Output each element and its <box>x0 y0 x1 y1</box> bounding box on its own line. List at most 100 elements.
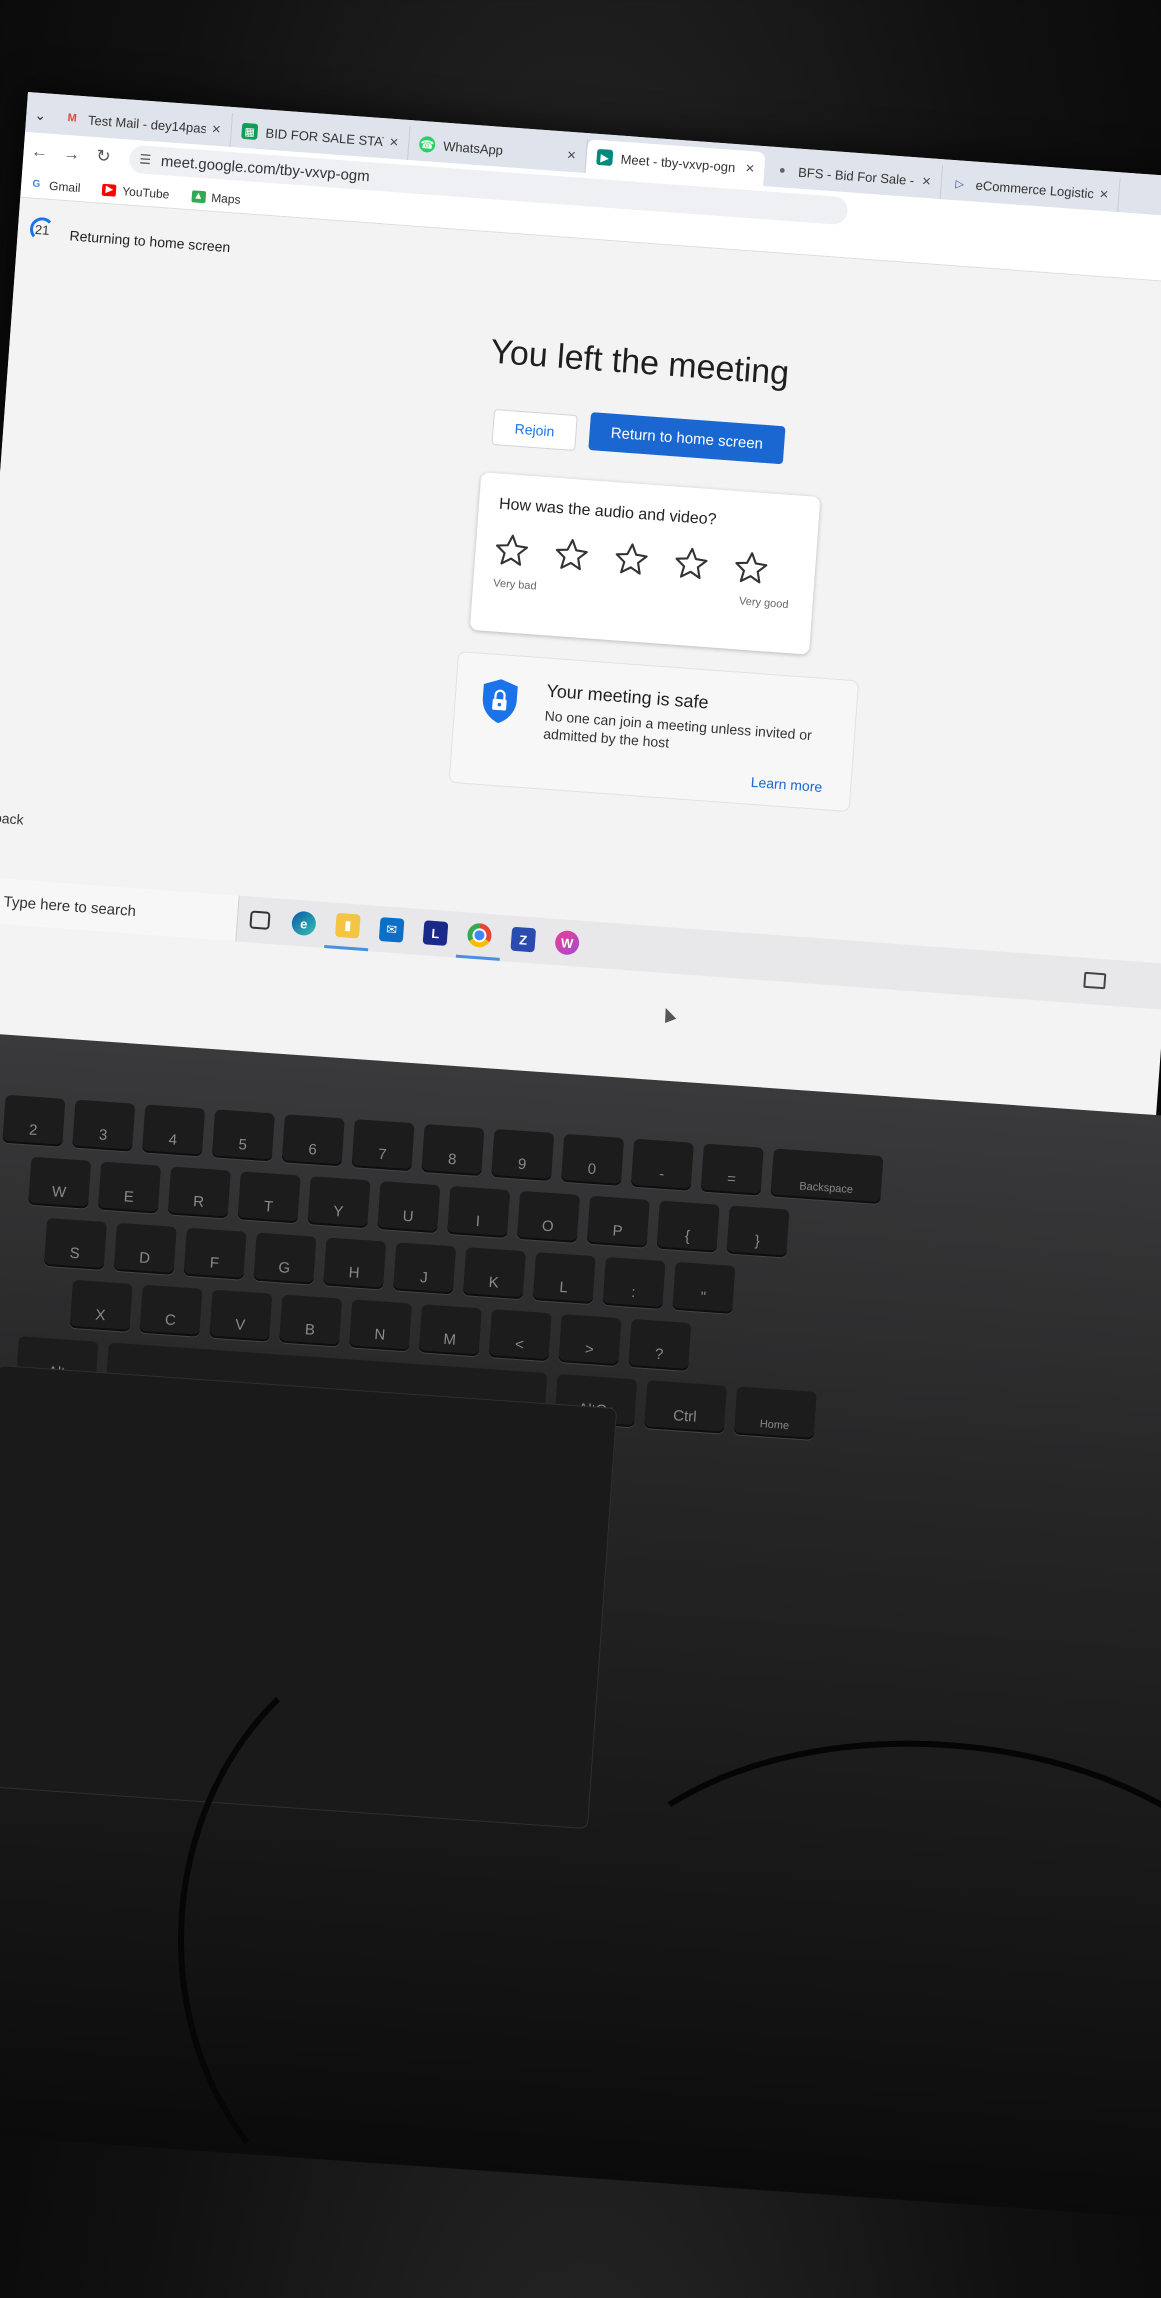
tab-search-chevron-icon[interactable]: ⌄ <box>25 96 56 134</box>
file-explorer-icon[interactable]: ▮ <box>324 902 372 952</box>
news-widget-icon[interactable] <box>1083 971 1107 990</box>
laptop-keyboard-deck: 2 3 4 5 6 7 8 9 0 - = Backspace W E R T … <box>0 1030 1161 2256</box>
feedback-link[interactable]: eedback <box>0 808 24 828</box>
key[interactable]: Y <box>307 1176 371 1229</box>
close-tab-icon[interactable]: × <box>211 120 221 138</box>
back-arrow-icon[interactable]: ← <box>23 141 56 163</box>
task-view-icon[interactable] <box>236 896 283 945</box>
key[interactable]: 3 <box>72 1099 136 1152</box>
returning-text: Returning to home screen <box>69 227 231 256</box>
key[interactable]: 9 <box>491 1128 555 1181</box>
key[interactable]: J <box>392 1242 457 1295</box>
safe-description: No one can join a meeting unless invited… <box>542 707 813 751</box>
chrome-icon[interactable] <box>455 911 504 961</box>
forward-arrow-icon[interactable]: → <box>55 143 88 165</box>
zoho-icon[interactable]: Z <box>500 915 547 964</box>
gmail-icon: M <box>67 111 78 125</box>
key[interactable]: = <box>700 1143 764 1196</box>
close-tab-icon[interactable]: × <box>1099 185 1109 203</box>
bookmark-label: Maps <box>210 190 242 207</box>
close-tab-icon[interactable]: × <box>566 146 576 164</box>
key[interactable]: P <box>586 1195 650 1248</box>
ctrl-key[interactable]: Ctrl <box>643 1380 728 1434</box>
key[interactable]: > <box>558 1314 622 1367</box>
star-1-icon[interactable] <box>492 531 535 574</box>
key[interactable]: W <box>28 1156 92 1209</box>
key[interactable]: N <box>348 1299 413 1352</box>
key[interactable]: X <box>69 1279 133 1332</box>
key[interactable]: G <box>253 1232 317 1285</box>
key[interactable]: 4 <box>141 1104 206 1157</box>
reload-icon[interactable]: ↻ <box>87 146 120 168</box>
l-app-icon[interactable]: L <box>412 909 459 958</box>
close-tab-icon[interactable]: × <box>745 159 755 177</box>
key[interactable]: I <box>447 1185 511 1239</box>
ecommerce-icon: ▷ <box>955 177 965 191</box>
wps-icon[interactable]: W <box>544 918 591 967</box>
key[interactable]: T <box>237 1171 301 1224</box>
tab-title: Test Mail - dey14pas <box>87 111 207 136</box>
bookmark-label: YouTube <box>121 183 170 202</box>
meet-icon: ▶ <box>596 148 614 166</box>
star-4-icon[interactable] <box>672 545 715 588</box>
key[interactable]: : <box>602 1256 666 1310</box>
key[interactable]: V <box>209 1289 273 1342</box>
key[interactable]: 6 <box>281 1114 345 1167</box>
star-3-icon[interactable] <box>612 540 655 583</box>
key[interactable]: { <box>656 1200 720 1253</box>
google-icon: G <box>31 178 41 191</box>
bookmark-gmail[interactable]: G Gmail <box>29 177 81 194</box>
key[interactable]: M <box>418 1304 482 1357</box>
key[interactable]: 8 <box>421 1124 485 1177</box>
page-title: You left the meeting <box>489 332 791 393</box>
return-home-button[interactable]: Return to home screen <box>588 412 786 465</box>
tab-title: BID FOR SALE STATU <box>265 125 385 149</box>
countdown-number: 21 <box>34 221 50 238</box>
star-2-icon[interactable] <box>552 536 595 579</box>
key[interactable]: C <box>139 1284 203 1337</box>
tab-title: Meet - tby-vxvp-ogn <box>620 151 736 175</box>
key[interactable]: E <box>97 1161 162 1214</box>
key[interactable]: - <box>630 1138 694 1191</box>
key[interactable]: 0 <box>560 1133 625 1186</box>
youtube-icon: ▶ <box>101 183 117 197</box>
star-rating <box>492 531 794 593</box>
key[interactable]: S <box>43 1217 108 1271</box>
rating-high-label: Very good <box>738 595 789 612</box>
key[interactable]: U <box>377 1181 441 1234</box>
tab-title: BFS - Bid For Sale - ( <box>797 164 917 188</box>
key[interactable]: 5 <box>211 1109 275 1162</box>
close-tab-icon[interactable]: × <box>922 172 932 190</box>
bookmark-maps[interactable]: ▲ Maps <box>190 189 242 207</box>
key[interactable]: F <box>183 1227 247 1280</box>
key[interactable]: B <box>279 1294 343 1347</box>
key[interactable]: 2 <box>2 1094 66 1147</box>
backspace-key[interactable]: Backspace <box>770 1148 884 1205</box>
key[interactable]: D <box>113 1222 177 1275</box>
key[interactable]: K <box>462 1247 526 1300</box>
globe-icon: ● <box>778 164 787 177</box>
key[interactable]: L <box>532 1252 596 1305</box>
laptop-screen: ⌄ M Test Mail - dey14pas × ▦ BID FOR SAL… <box>0 92 1161 1128</box>
mouse-cursor-icon <box>660 1005 677 1024</box>
meet-page: 21 Returning to home screen You left the… <box>0 197 1161 1024</box>
key[interactable]: O <box>516 1190 581 1243</box>
key[interactable]: H <box>323 1237 387 1290</box>
star-5-icon[interactable] <box>732 549 775 592</box>
rating-low-label: Very bad <box>492 577 538 593</box>
key[interactable]: } <box>726 1205 790 1258</box>
learn-more-link[interactable]: Learn more <box>750 774 823 795</box>
bookmark-youtube[interactable]: ▶ YouTube <box>101 182 170 202</box>
mail-icon[interactable]: ✉ <box>368 905 415 954</box>
tab-title: eCommerce Logistic <box>975 177 1095 201</box>
key[interactable]: R <box>167 1166 231 1219</box>
edge-icon[interactable]: e <box>280 899 327 948</box>
key[interactable]: 7 <box>351 1119 415 1172</box>
key[interactable]: < <box>488 1309 552 1362</box>
site-settings-icon[interactable]: ☰ <box>139 151 152 168</box>
key[interactable]: ? <box>628 1318 692 1372</box>
close-tab-icon[interactable]: × <box>389 133 399 151</box>
key[interactable]: " <box>672 1261 736 1314</box>
home-key[interactable]: Home <box>733 1386 817 1440</box>
rejoin-button[interactable]: Rejoin <box>491 408 578 452</box>
